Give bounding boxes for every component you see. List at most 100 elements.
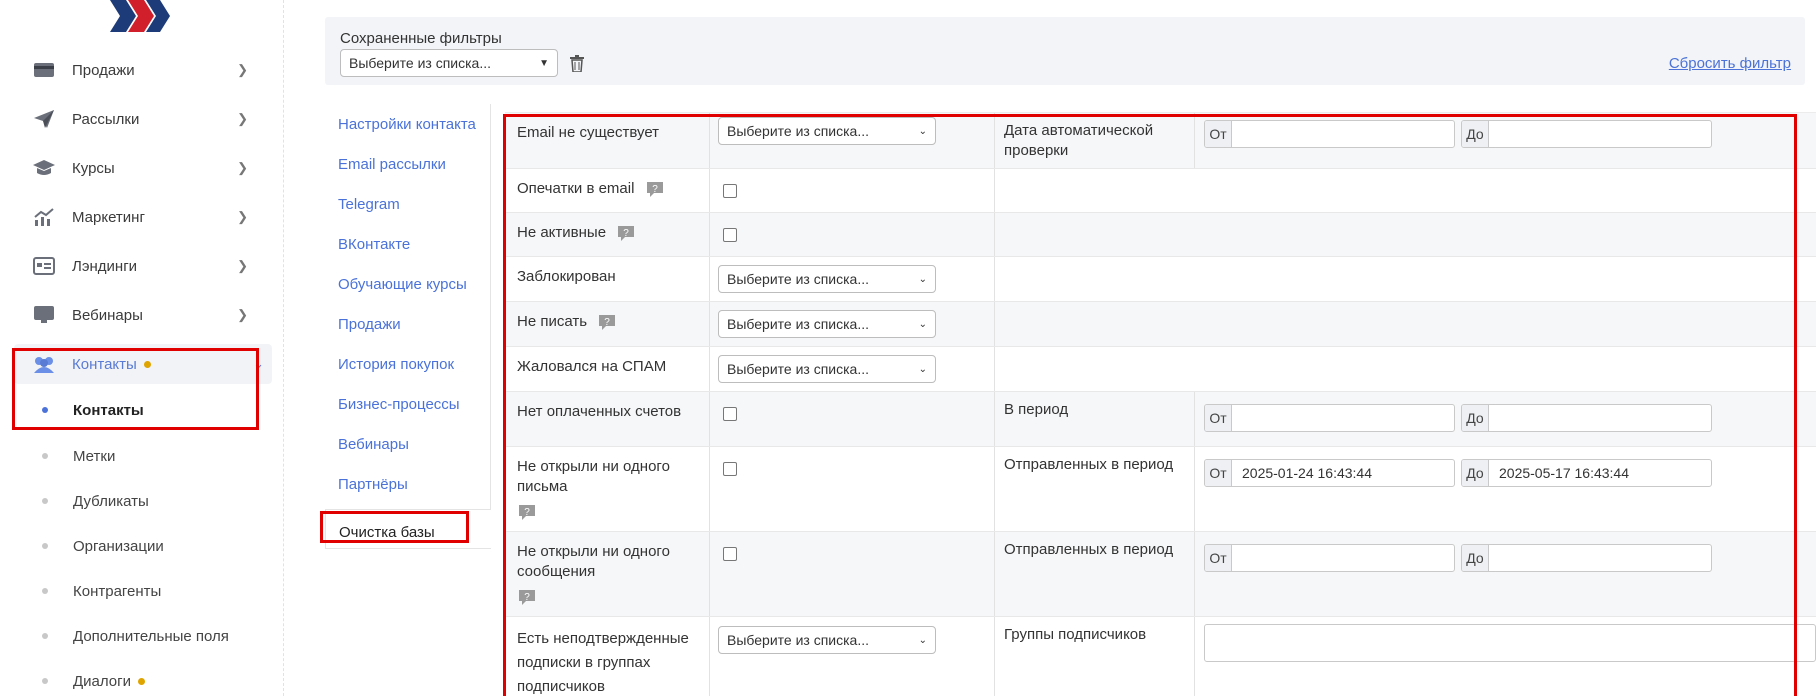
messages-period-from-field[interactable]: От — [1204, 544, 1455, 572]
filter-label: Нет оплаченных счетов — [505, 392, 710, 446]
chevron-right-icon: ❯ — [237, 258, 248, 273]
auto-check-to-field[interactable]: До — [1461, 120, 1712, 148]
svg-text:?: ? — [524, 507, 530, 518]
help-icon[interactable]: ? — [517, 503, 537, 521]
tab-purchase-history[interactable]: История покупок — [338, 356, 454, 373]
tab-business-processes[interactable]: Бизнес-процессы — [338, 396, 460, 413]
submenu-item-organizations[interactable]: Организации — [42, 534, 164, 558]
tab-contact-settings[interactable]: Настройки контакта — [338, 116, 476, 133]
caret-down-icon: ▼ — [539, 57, 549, 69]
tab-email-mailings[interactable]: Email рассылки — [338, 156, 446, 173]
help-icon[interactable]: ? — [517, 588, 537, 606]
unconfirmed-subscriptions-select[interactable]: Выберите из списка... ⌄ — [718, 626, 936, 654]
submenu-item-dialogs[interactable]: Диалоги — [42, 669, 145, 693]
notification-dot — [143, 360, 151, 368]
svg-text:?: ? — [623, 228, 629, 239]
filter-label: Опечатки в email ? — [505, 169, 710, 212]
filter-label: Есть неподтвержденные подписки в группах… — [505, 617, 710, 696]
help-icon[interactable]: ? — [597, 313, 617, 331]
tab-telegram[interactable]: Telegram — [338, 196, 400, 213]
no-opened-messages-checkbox[interactable] — [723, 547, 737, 561]
filter-row: Есть неподтвержденные подписки в группах… — [505, 617, 1816, 696]
filter-label: Не активные ? — [505, 213, 710, 256]
submenu-item-extra-fields[interactable]: Дополнительные поля — [42, 624, 229, 648]
sidebar-item-webinars[interactable]: Вебинары ❯ — [30, 295, 256, 335]
filter-label: Заблокирован — [505, 257, 710, 301]
filter-row: Жаловался на СПАМ Выберите из списка... ⌄ — [505, 347, 1816, 392]
chevron-right-icon: ❯ — [237, 209, 248, 224]
saved-filters-title: Сохраненные фильтры — [340, 30, 502, 47]
filter-tabs: Настройки контакта Email рассылки Telegr… — [325, 104, 491, 509]
sent-period-to-field[interactable]: До 2025-05-17 16:43:44 — [1461, 459, 1712, 487]
filter-row: Не открыли ни одного письма ? Отправленн… — [505, 447, 1816, 532]
chevron-right-icon: ❯ — [237, 160, 248, 175]
filter-label: В период — [995, 392, 1195, 446]
email-not-exists-select[interactable]: Выберите из списка... ⌄ — [718, 117, 936, 145]
do-not-write-select[interactable]: Выберите из списка... ⌄ — [718, 310, 936, 338]
sidebar-item-landings[interactable]: Лэндинги ❯ — [30, 246, 256, 286]
no-opened-emails-checkbox[interactable] — [723, 462, 737, 476]
filter-label: Email не существует — [505, 113, 710, 168]
wallet-icon — [30, 58, 58, 82]
filter-row: Опечатки в email ? — [505, 169, 1816, 213]
saved-filters-panel: Сохраненные фильтры Выберите из списка..… — [325, 17, 1805, 85]
tab-sales[interactable]: Продажи — [338, 316, 401, 333]
filter-row: Email не существует Выберите из списка..… — [505, 113, 1816, 169]
sidebar-item-label: Лэндинги — [72, 257, 138, 275]
no-paid-invoices-checkbox[interactable] — [723, 407, 737, 421]
sent-period-from-field[interactable]: От 2025-01-24 16:43:44 — [1204, 459, 1455, 487]
logo-icon — [110, 0, 170, 32]
sidebar-item-mailings[interactable]: Рассылки ❯ — [30, 99, 256, 139]
spam-complaint-select[interactable]: Выберите из списка... ⌄ — [718, 355, 936, 383]
saved-filters-select[interactable]: Выберите из списка... ▼ — [340, 49, 558, 77]
filter-label: Дата автоматической проверки — [995, 113, 1195, 168]
sidebar-item-label: Курсы — [72, 159, 115, 177]
tab-webinars[interactable]: Вебинары — [338, 436, 409, 453]
period-from-field[interactable]: От — [1204, 404, 1455, 432]
email-typos-checkbox[interactable] — [723, 184, 737, 198]
tab-database-cleanup[interactable]: Очистка базы — [325, 509, 491, 549]
subscriber-groups-field[interactable] — [1204, 624, 1816, 662]
filter-label: Отправленных в период — [995, 532, 1195, 616]
help-icon[interactable]: ? — [645, 180, 665, 198]
inactive-checkbox[interactable] — [723, 228, 737, 242]
filter-row: Не активные ? — [505, 213, 1816, 257]
svg-text:?: ? — [604, 317, 610, 328]
sidebar-item-label: Вебинары — [72, 306, 143, 324]
submenu-item-counterparties[interactable]: Контрагенты — [42, 579, 161, 603]
sidebar-item-label: Рассылки — [72, 110, 140, 128]
filter-label: Группы подписчиков — [995, 617, 1195, 696]
tab-partners[interactable]: Партнёры — [338, 476, 408, 493]
chevron-right-icon: ❯ — [237, 307, 248, 322]
messages-period-to-field[interactable]: До — [1461, 544, 1712, 572]
sidebar-item-label: Продажи — [72, 61, 135, 79]
notification-dot — [138, 677, 145, 685]
filter-label: Отправленных в период — [995, 447, 1195, 531]
chevron-right-icon: ❯ — [237, 62, 248, 77]
tab-vkontakte[interactable]: ВКонтакте — [338, 236, 410, 253]
help-icon[interactable]: ? — [616, 224, 636, 242]
tab-training-courses[interactable]: Обучающие курсы — [338, 276, 467, 293]
filter-label: Не открыли ни одного письма ? — [505, 447, 710, 531]
period-to-field[interactable]: До — [1461, 404, 1712, 432]
sidebar-item-contacts[interactable]: Контакты ⌄ — [14, 344, 272, 384]
auto-check-from-field[interactable]: От — [1204, 120, 1455, 148]
trash-icon[interactable] — [570, 55, 584, 72]
blocked-select[interactable]: Выберите из списка... ⌄ — [718, 265, 936, 293]
filter-label: Не писать ? — [505, 302, 710, 346]
reset-filter-link[interactable]: Сбросить фильтр — [1669, 55, 1791, 72]
paper-plane-icon — [30, 107, 58, 131]
graduation-cap-icon — [30, 156, 58, 180]
sidebar: Продажи ❯ Рассылки ❯ Курсы ❯ Маркетинг ❯… — [0, 0, 284, 696]
submenu-item-tags[interactable]: Метки — [42, 444, 115, 468]
filter-row: Нет оплаченных счетов В период От До — [505, 392, 1816, 447]
submenu-item-duplicates[interactable]: Дубликаты — [42, 489, 149, 513]
sidebar-item-sales[interactable]: Продажи ❯ — [30, 50, 256, 90]
cleanup-filter-grid: Email не существует Выберите из списка..… — [505, 112, 1816, 696]
sidebar-item-courses[interactable]: Курсы ❯ — [30, 148, 256, 188]
filter-label: Жаловался на СПАМ — [505, 347, 710, 391]
filter-row: Заблокирован Выберите из списка... ⌄ — [505, 257, 1816, 302]
svg-text:?: ? — [524, 592, 530, 603]
sidebar-item-marketing[interactable]: Маркетинг ❯ — [30, 197, 256, 237]
submenu-item-contacts[interactable]: Контакты — [42, 398, 144, 422]
